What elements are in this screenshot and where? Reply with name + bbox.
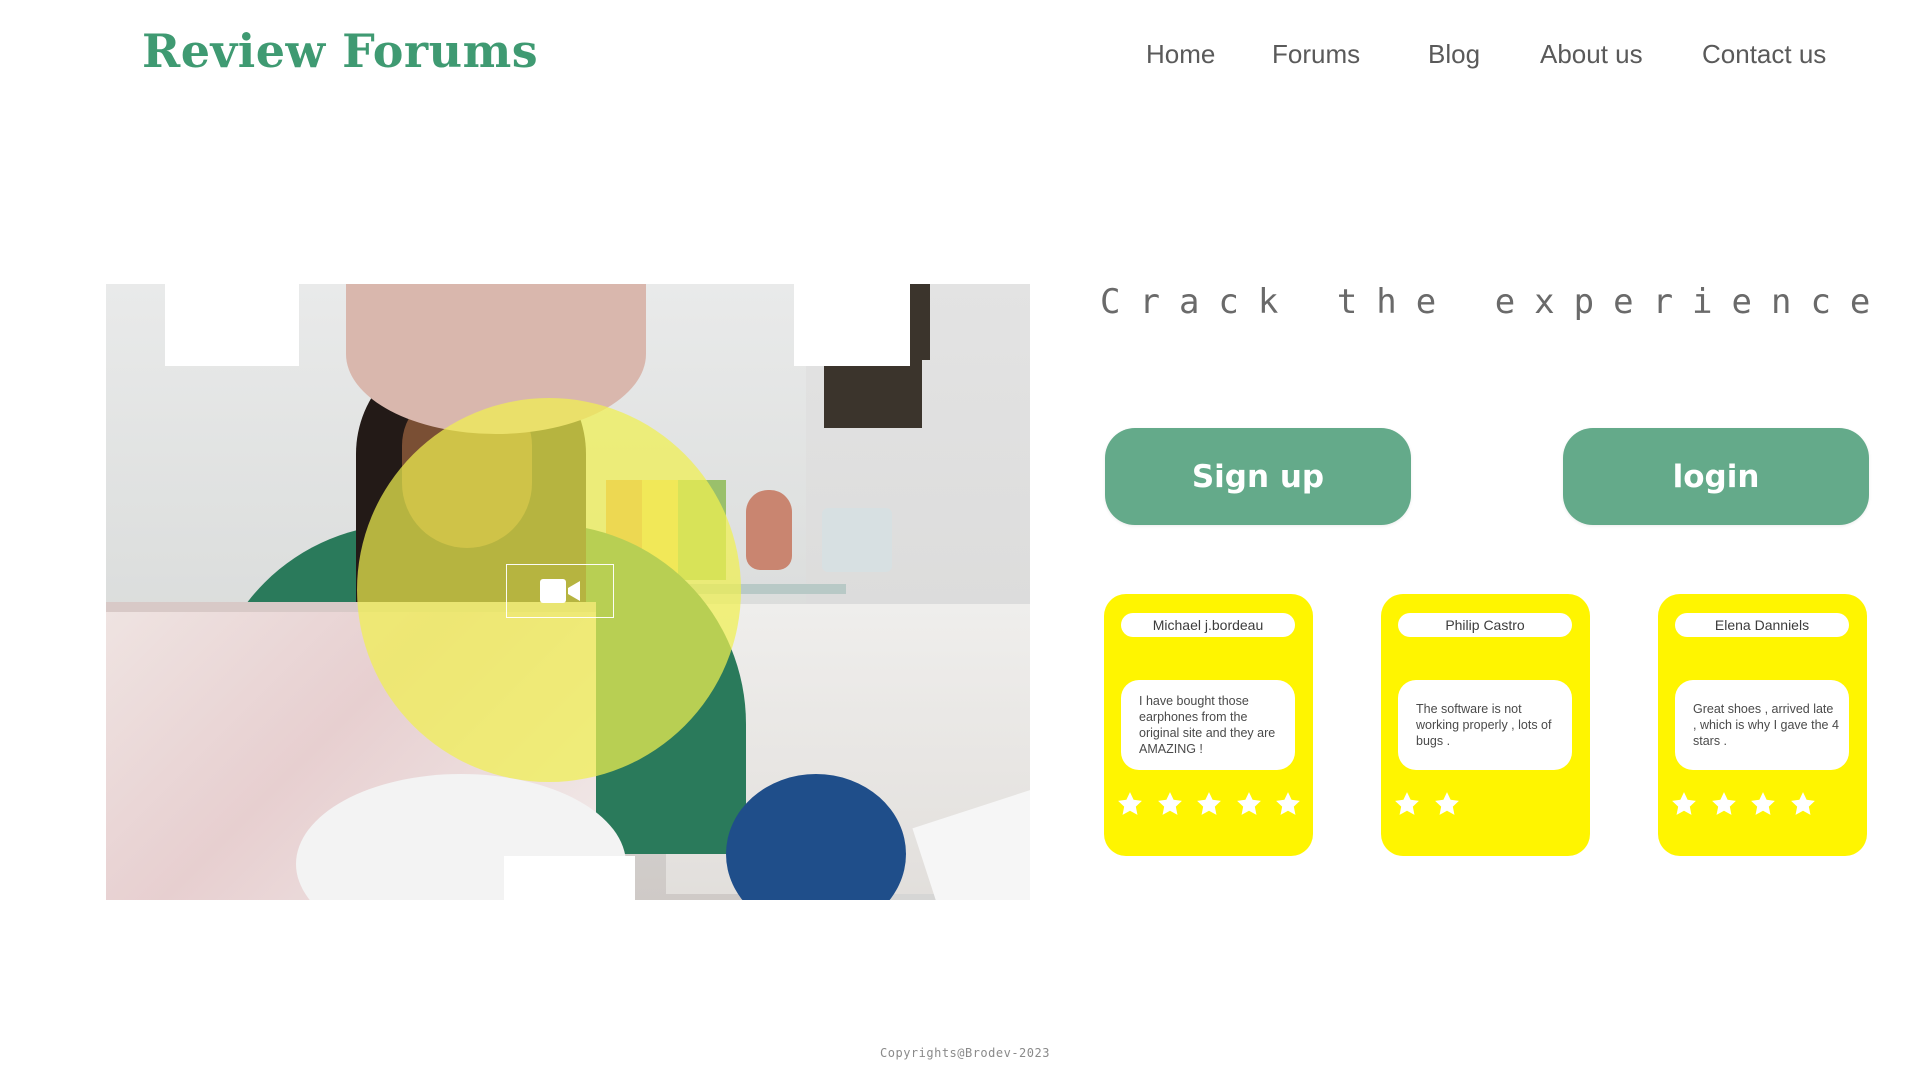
- photo-frame: [824, 358, 922, 428]
- star-icon: [1672, 792, 1696, 815]
- review-text: I have bought those earphones from the o…: [1121, 680, 1295, 770]
- nav-blog[interactable]: Blog: [1428, 39, 1480, 70]
- site-logo[interactable]: Review Forums: [142, 24, 538, 78]
- star-rating: [1670, 790, 1828, 818]
- photo-vase: [746, 490, 792, 570]
- review-text: The software is not working properly , l…: [1398, 680, 1572, 770]
- star-icon: [1197, 792, 1221, 815]
- reviewer-name: Philip Castro: [1398, 613, 1572, 637]
- photo-notch-top-right: [794, 284, 910, 366]
- star-icon: [1751, 792, 1775, 815]
- review-card: Philip Castro The software is not workin…: [1381, 594, 1590, 856]
- star-icon: [1118, 792, 1142, 815]
- star-rating: [1116, 790, 1314, 818]
- sign-up-button[interactable]: Sign up: [1105, 428, 1411, 525]
- review-text: Great shoes , arrived late , which is wh…: [1675, 680, 1849, 770]
- nav-forums[interactable]: Forums: [1272, 39, 1360, 70]
- copyright-text: Copyrights@Brodev-2023: [880, 1046, 1050, 1060]
- star-icon: [1395, 792, 1419, 815]
- star-icon: [1236, 792, 1261, 815]
- review-card: Elena Danniels Great shoes , arrived lat…: [1658, 594, 1867, 856]
- reviewer-name: Elena Danniels: [1675, 613, 1849, 637]
- star-icon: [1711, 792, 1736, 815]
- nav-contact-us[interactable]: Contact us: [1702, 39, 1826, 70]
- login-button[interactable]: login: [1563, 428, 1869, 525]
- nav-home[interactable]: Home: [1146, 39, 1215, 70]
- star-icon: [1790, 792, 1815, 815]
- photo-pencil-cup: [822, 508, 892, 572]
- star-icon: [1434, 792, 1459, 815]
- tagline: Crack the experience: [1100, 282, 1890, 322]
- video-camera-icon: [540, 579, 580, 603]
- nav-about-us[interactable]: About us: [1540, 39, 1643, 70]
- review-card: Michael j.bordeau I have bought those ea…: [1104, 594, 1313, 856]
- hero-photo: [106, 284, 1030, 900]
- reviewer-name: Michael j.bordeau: [1121, 613, 1295, 637]
- photo-notch-bottom: [504, 856, 635, 900]
- star-icon: [1157, 792, 1182, 815]
- star-icon: [1276, 792, 1300, 815]
- photo-poster: [910, 284, 930, 360]
- play-video-button[interactable]: [506, 564, 614, 618]
- photo-notch-top-left: [165, 284, 299, 366]
- star-rating: [1393, 790, 1472, 818]
